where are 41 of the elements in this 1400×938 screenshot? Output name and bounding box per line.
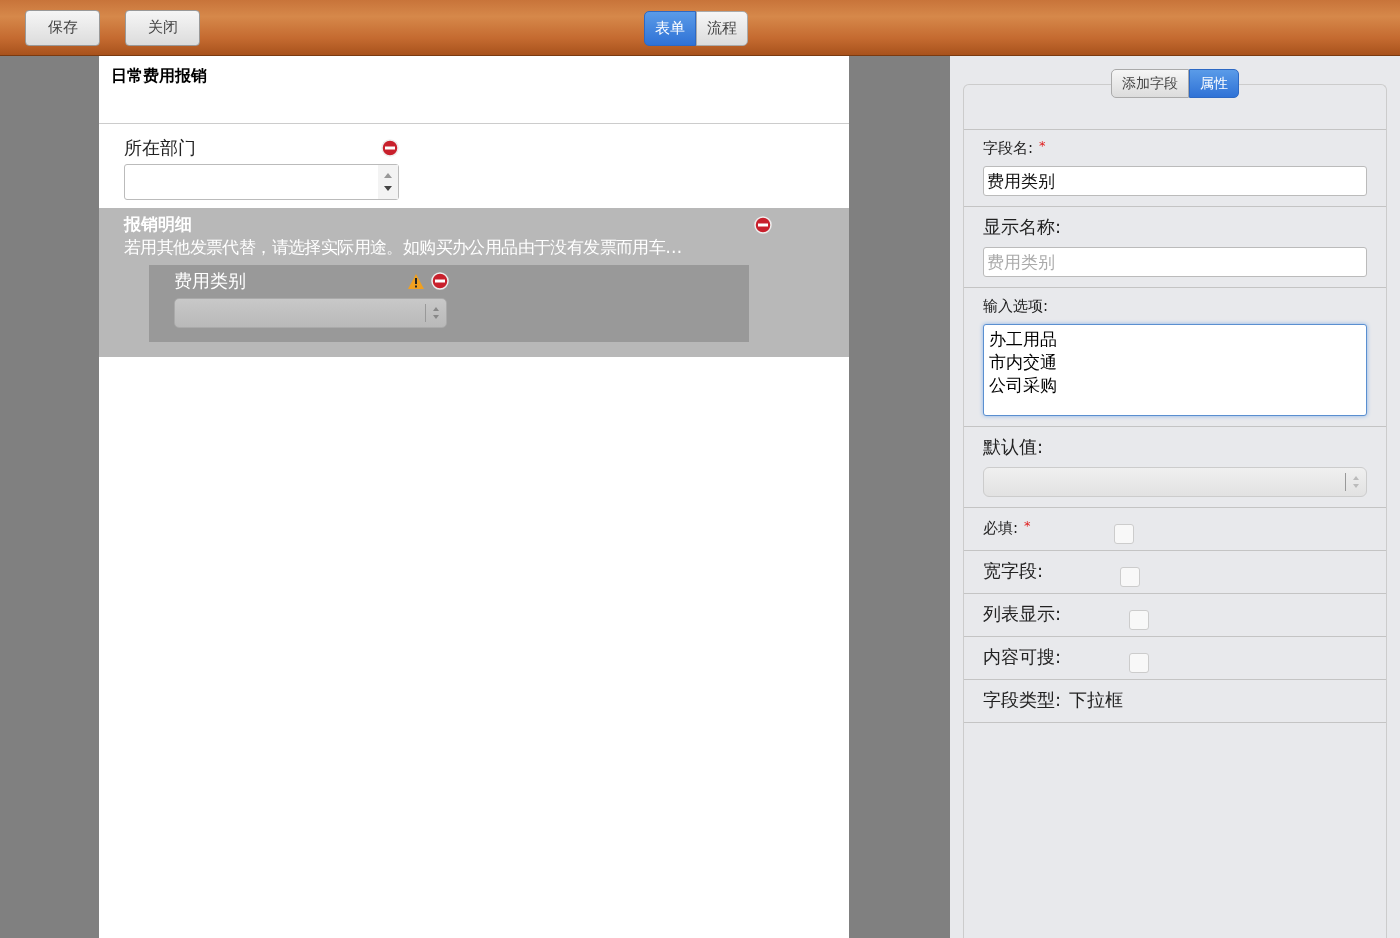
- property-label: 默认值:: [983, 436, 1044, 457]
- panel-tab[interactable]: 添加字段: [1111, 69, 1189, 98]
- view-tab[interactable]: 流程: [696, 11, 748, 46]
- section-description: 若用其他发票代替，请选择实际用途。如购买办公用品由于没有发票而用车…: [124, 236, 683, 259]
- option-line: 市内交通: [989, 351, 1058, 374]
- warning-icon: [407, 272, 425, 290]
- section-title: 报销明细: [124, 213, 192, 236]
- field-label: 所在部门: [124, 136, 196, 160]
- dropdown-field[interactable]: [174, 298, 447, 328]
- required-asterisk: *: [1024, 518, 1031, 533]
- toolbar-button[interactable]: 保存: [25, 9, 100, 46]
- options-textarea[interactable]: 办工用品 市内交通 公司采购: [983, 324, 1367, 416]
- toolbar-button[interactable]: 关闭: [125, 9, 200, 46]
- checkbox[interactable]: [1129, 610, 1150, 630]
- property-label: 必填:: [983, 519, 1019, 537]
- number-field[interactable]: [124, 164, 399, 200]
- required-asterisk: *: [1039, 138, 1046, 153]
- checkbox[interactable]: [1129, 653, 1150, 673]
- property-label: 显示名称:: [983, 216, 1062, 237]
- property-label: 输入选项:: [983, 297, 1049, 315]
- field-label: 费用类别: [174, 269, 246, 293]
- remove-icon[interactable]: [431, 272, 449, 290]
- up-down-arrows-icon: [433, 307, 439, 319]
- view-tab[interactable]: 表单: [644, 11, 696, 46]
- property-label: 字段类型:: [983, 688, 1062, 712]
- option-line: 办工用品: [989, 328, 1058, 351]
- form-title: 日常费用报销: [111, 66, 207, 85]
- panel-tab[interactable]: 属性: [1189, 69, 1239, 98]
- dropdown-field[interactable]: [983, 467, 1367, 497]
- remove-icon[interactable]: [381, 139, 399, 157]
- up-down-arrows-icon: [1353, 476, 1359, 488]
- option-line: 公司采购: [989, 374, 1058, 397]
- checkbox[interactable]: [1113, 524, 1134, 544]
- property-value: 下拉框: [1069, 688, 1124, 712]
- text-field[interactable]: 费用类别: [983, 166, 1367, 196]
- property-label: 内容可搜:: [983, 646, 1062, 667]
- property-label: 字段名:: [983, 139, 1034, 157]
- remove-icon[interactable]: [754, 215, 772, 234]
- property-label: 列表显示:: [983, 603, 1062, 624]
- property-label: 宽字段:: [983, 560, 1044, 581]
- checkbox[interactable]: [1120, 567, 1141, 587]
